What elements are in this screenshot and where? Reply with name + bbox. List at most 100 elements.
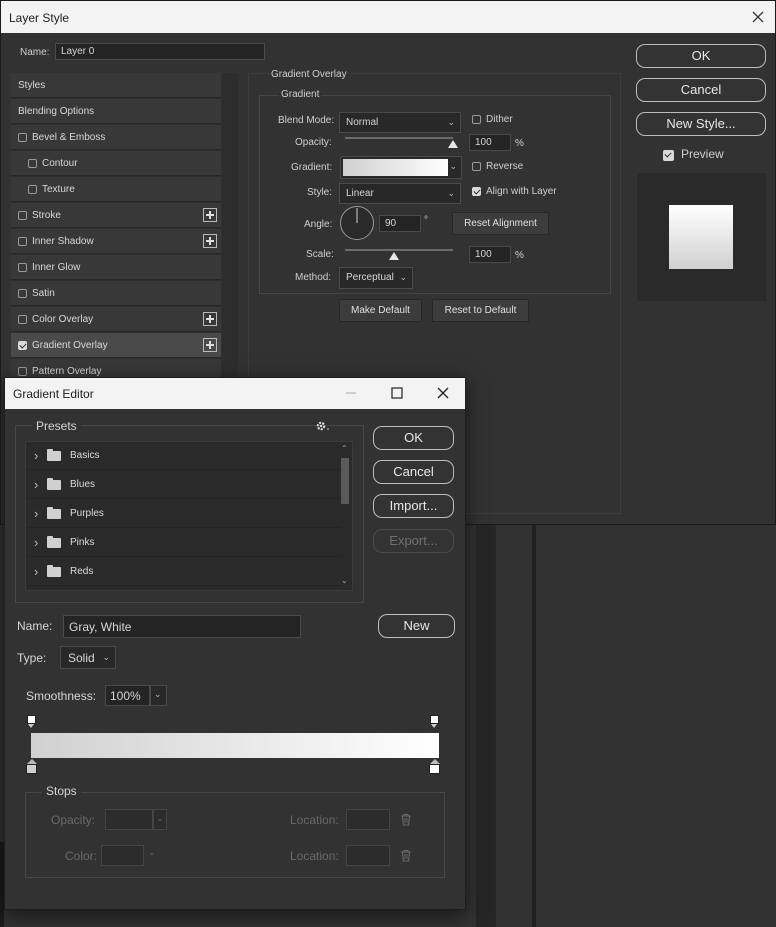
align-with-layer-checkbox[interactable] xyxy=(472,187,481,196)
angle-input[interactable]: 90 xyxy=(379,215,421,232)
chevron-right-icon[interactable]: › xyxy=(34,535,38,550)
stop-opacity-dropdown[interactable]: ⌄ xyxy=(153,809,167,830)
smoothness-input[interactable]: 100% xyxy=(105,685,150,706)
color-stop-right[interactable] xyxy=(429,759,441,774)
new-style-button[interactable]: New Style... xyxy=(636,112,766,136)
add-style-icon[interactable] xyxy=(203,208,217,222)
layer-name-field[interactable]: Layer 0 xyxy=(55,43,265,60)
style-item[interactable]: Inner Glow xyxy=(11,255,221,280)
add-style-icon[interactable] xyxy=(203,234,217,248)
chevron-right-icon[interactable]: › xyxy=(34,477,38,492)
type-value: Solid xyxy=(68,651,95,665)
scrollbar-thumb[interactable] xyxy=(341,458,349,504)
style-item[interactable]: Texture xyxy=(11,177,221,202)
color-stop-left[interactable] xyxy=(26,759,38,774)
opacity-stop-right[interactable] xyxy=(430,715,440,728)
gradient-swatch[interactable] xyxy=(343,159,448,176)
style-checkbox[interactable] xyxy=(18,263,27,272)
gradient-name-input[interactable]: Gray, White xyxy=(63,615,301,638)
chevron-down-icon[interactable]: ⌄ xyxy=(148,847,156,858)
scale-input[interactable]: 100 xyxy=(469,246,511,263)
style-checkbox[interactable] xyxy=(18,211,27,220)
reverse-checkbox[interactable] xyxy=(472,162,481,171)
preview-swatch xyxy=(669,205,733,269)
reset-alignment-button[interactable]: Reset Alignment xyxy=(452,212,549,235)
import-button[interactable]: Import... xyxy=(373,494,454,518)
style-checkbox[interactable] xyxy=(18,367,27,376)
cancel-button[interactable]: Cancel xyxy=(636,78,766,102)
minimize-icon[interactable] xyxy=(345,387,357,399)
style-checkbox[interactable] xyxy=(18,237,27,246)
preset-folder-row[interactable]: › Purples xyxy=(27,500,341,528)
opacity-input[interactable]: 100 xyxy=(469,134,511,151)
ok-button[interactable]: OK xyxy=(373,426,454,450)
new-button[interactable]: New xyxy=(378,614,455,638)
style-item[interactable]: Stroke xyxy=(11,203,221,228)
trash-icon[interactable] xyxy=(400,849,412,862)
chevron-right-icon[interactable]: › xyxy=(34,506,38,521)
chevron-up-icon[interactable]: ⌃ xyxy=(341,444,348,453)
style-item[interactable]: Color Overlay xyxy=(11,307,221,332)
export-button[interactable]: Export... xyxy=(373,529,454,553)
style-checkbox[interactable] xyxy=(28,185,37,194)
align-with-layer-label: Align with Layer xyxy=(486,186,557,197)
trash-icon[interactable] xyxy=(400,813,412,826)
preset-folder-label: Purples xyxy=(70,508,104,519)
preset-folder-row[interactable]: › Reds xyxy=(27,558,341,586)
gear-icon[interactable] xyxy=(315,420,331,432)
preset-folder-row[interactable]: › Pinks xyxy=(27,529,341,557)
chevron-right-icon[interactable]: › xyxy=(34,564,38,579)
style-checkbox[interactable] xyxy=(18,133,27,142)
add-style-icon[interactable] xyxy=(203,312,217,326)
opacity-location-input[interactable] xyxy=(346,809,390,830)
method-select[interactable]: Perceptual ⌄ xyxy=(339,267,413,289)
style-select[interactable]: Linear ⌄ xyxy=(339,183,461,204)
close-icon[interactable] xyxy=(436,386,450,400)
style-item[interactable]: Gradient Overlay xyxy=(11,333,221,358)
style-checkbox[interactable] xyxy=(28,159,37,168)
styles-scrollbar[interactable] xyxy=(223,73,238,393)
stop-opacity-input[interactable] xyxy=(105,809,153,830)
style-checkbox[interactable] xyxy=(18,289,27,298)
gradient-picker[interactable]: ⌄ xyxy=(340,156,462,179)
cancel-button[interactable]: Cancel xyxy=(373,460,454,484)
style-item[interactable]: Styles xyxy=(11,73,221,98)
maximize-icon[interactable] xyxy=(391,387,403,399)
chevron-down-icon[interactable]: ⌄ xyxy=(449,161,457,172)
opacity-slider-thumb[interactable] xyxy=(448,140,458,148)
style-checkbox[interactable] xyxy=(18,341,27,350)
style-item[interactable]: Contour xyxy=(11,151,221,176)
color-location-input[interactable] xyxy=(346,845,390,866)
style-item[interactable]: Inner Shadow xyxy=(11,229,221,254)
add-style-icon[interactable] xyxy=(203,338,217,352)
stop-color-swatch[interactable] xyxy=(101,845,144,866)
close-icon[interactable] xyxy=(749,8,767,26)
make-default-button[interactable]: Make Default xyxy=(339,299,422,322)
folder-icon xyxy=(47,449,61,461)
ok-button[interactable]: OK xyxy=(636,44,766,68)
style-item[interactable]: Bevel & Emboss xyxy=(11,125,221,150)
smoothness-dropdown[interactable]: ⌄ xyxy=(150,685,167,706)
style-item-label: Stroke xyxy=(32,210,61,221)
preview-checkbox[interactable] xyxy=(663,150,674,161)
gradient-bar[interactable] xyxy=(31,733,439,758)
style-item[interactable]: Blending Options xyxy=(11,99,221,124)
chevron-right-icon[interactable]: › xyxy=(34,448,38,463)
folder-icon xyxy=(47,565,61,577)
reset-to-default-button[interactable]: Reset to Default xyxy=(432,299,529,322)
type-select[interactable]: Solid ⌄ xyxy=(60,646,116,669)
preset-folder-row[interactable]: › Blues xyxy=(27,471,341,499)
preset-folder-row[interactable]: › Basics xyxy=(27,442,341,470)
style-checkbox[interactable] xyxy=(18,315,27,324)
opacity-slider-track[interactable] xyxy=(345,137,453,139)
angle-dial[interactable] xyxy=(339,205,375,241)
blend-mode-select[interactable]: Normal ⌄ xyxy=(339,112,461,133)
style-item[interactable]: Satin xyxy=(11,281,221,306)
opacity-stop-left[interactable] xyxy=(27,715,37,728)
scale-slider-thumb[interactable] xyxy=(388,252,399,260)
dither-checkbox[interactable] xyxy=(472,115,481,124)
scale-slider-track[interactable] xyxy=(345,249,453,251)
chevron-down-icon: ⌄ xyxy=(102,652,110,662)
color-location-label: Location: xyxy=(290,849,339,863)
chevron-down-icon[interactable]: ⌄ xyxy=(341,576,348,585)
